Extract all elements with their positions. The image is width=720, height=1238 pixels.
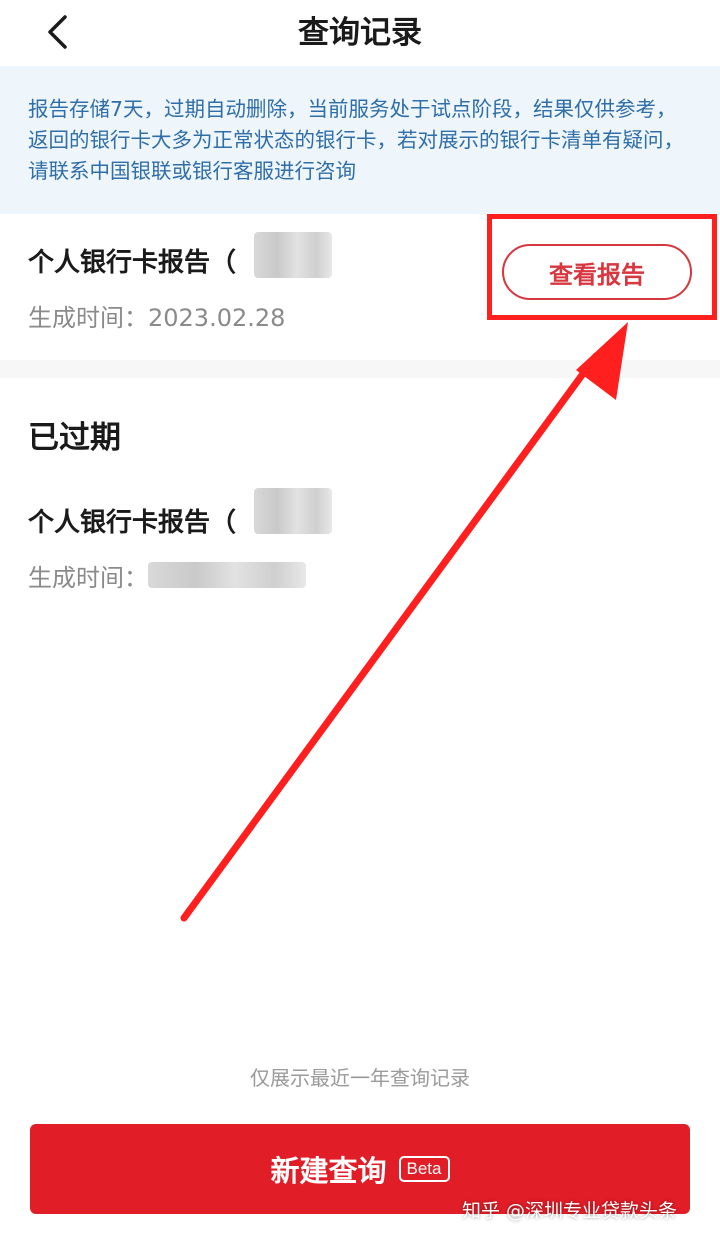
notice-banner: 报告存储7天，过期自动删除，当前服务处于试点阶段，结果仅供参考，返回的银行卡大多… [0, 66, 720, 214]
beta-badge: Beta [398, 1156, 450, 1182]
expired-record-time-label: 生成时间： [28, 564, 148, 592]
watermark: 知乎 @深圳专业贷款头条 [462, 1200, 678, 1222]
blurred-expired-time [148, 562, 306, 588]
record-time-label: 生成时间： [28, 304, 148, 332]
expired-heading: 已过期 [28, 420, 121, 456]
new-query-label: 新建查询 [270, 1154, 387, 1188]
expired-record-title: 个人银行卡报告（ [28, 508, 237, 538]
record-time-value: 2023.02.28 [148, 304, 286, 332]
footer-note: 仅展示最近一年查询记录 [250, 1066, 470, 1090]
blurred-card-number-mask [254, 232, 332, 278]
page-title: 查询记录 [298, 15, 422, 51]
record-title: 个人银行卡报告（ [28, 248, 237, 278]
active-record-card: 个人银行卡报告（ 生成时间：2023.02.28 查看报告 [0, 214, 720, 360]
top-bar: 查询记录 [0, 0, 720, 66]
expired-section: 已过期 个人银行卡报告（ 生成时间： [0, 378, 720, 1238]
blurred-expired-card-number [254, 488, 332, 534]
record-time: 生成时间：2023.02.28 [28, 298, 285, 333]
view-report-button[interactable]: 查看报告 [502, 244, 692, 300]
